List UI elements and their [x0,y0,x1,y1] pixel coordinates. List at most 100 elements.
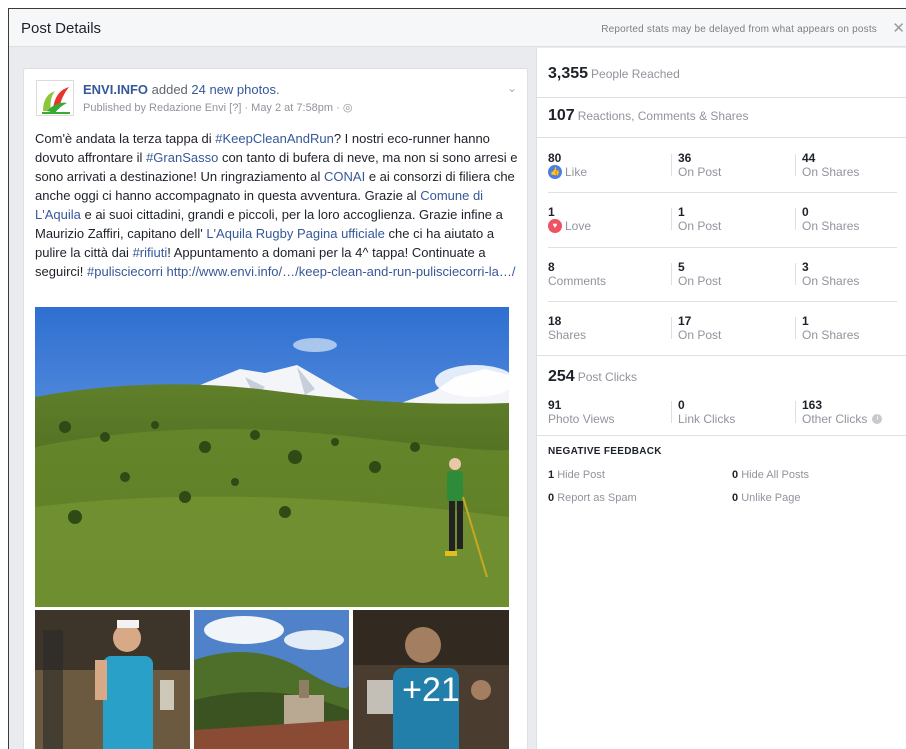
hashtag-link[interactable]: #KeepCleanAndRun [215,131,334,146]
photo-thumb[interactable] [194,610,349,749]
like-on-post: 36 On Post [678,151,721,179]
engagement-total: 107 Reactions, Comments & Shares [548,107,748,125]
other-clicks-value: 163 [802,398,823,412]
stats-delay-note: Reported stats may be delayed from what … [601,24,877,35]
photo-views-value: 91 [548,398,562,412]
comments-label: Comments [548,274,607,288]
post-card: ENVI.INFO added 24 new photos. Published… [23,68,528,749]
divider [671,208,672,230]
post-author-line: ENVI.INFO added 24 new photos. [83,82,280,97]
hide-post-stat: 1 Hide Post [548,469,605,481]
comments-total-value: 8 [548,260,555,274]
photos-link[interactable]: 24 new photos [191,82,276,97]
main-photo[interactable] [35,307,509,607]
dialog-header: Post Details Reported stats may be delay… [9,9,906,47]
post-meta: Published by Redazione Envi [?] · May 2 … [83,101,352,114]
page-mention-link[interactable]: CONAI [324,169,365,184]
shares-total-value: 18 [548,314,562,328]
divider [795,154,796,176]
hashtag-link[interactable]: #rifiuti [133,245,168,260]
close-icon[interactable]: ✕ [892,19,905,37]
divider [548,192,897,193]
on-shares-label: On Shares [802,165,860,179]
globe-icon: ◎ [342,102,353,114]
love-icon: ♥ [548,219,562,233]
shares-total: 18 Shares [548,314,586,342]
post-clicks: 254 Post Clicks [548,368,637,386]
other-clicks: 163 Other Clicks i [802,398,883,426]
love-on-shares: 0 On Shares [802,205,859,233]
envi-logo-icon [42,87,70,114]
photo-views: 91 Photo Views [548,398,615,426]
hide-all-label: Hide All Posts [741,469,810,481]
people-reached-value: 3,355 [548,65,589,82]
url-link[interactable]: http://www.envi.info/…/keep-clean-and-ru… [167,264,516,279]
post-clicks-value: 254 [548,368,575,385]
published-by-text: Published by Redazione Envi [?] · May 2 … [83,102,343,114]
people-reached: 3,355 People Reached [548,65,680,83]
other-clicks-label: Other Clicks [802,412,868,426]
like-total: 80 👍 Like [548,151,587,179]
like-total-value: 80 [548,151,562,165]
more-photos-count: +21 [353,610,509,749]
page-mention-link[interactable]: L'Aquila Rugby Pagina ufficiale [206,226,385,241]
on-shares-label: On Shares [802,328,860,342]
comments-on-post-value: 5 [678,260,685,274]
unlike-label: Unlike Page [741,492,801,504]
link-clicks: 0 Link Clicks [678,398,735,426]
unlike-value: 0 [732,492,739,504]
on-shares-label: On Shares [802,274,860,288]
on-post-label: On Post [678,274,722,288]
on-post-label: On Post [678,165,722,179]
divider [795,208,796,230]
post-clicks-label: Post Clicks [577,370,638,384]
shares-on-shares-value: 1 [802,314,809,328]
hide-post-label: Hide Post [557,469,605,481]
added-text: added [148,82,192,97]
info-icon[interactable]: i [872,414,883,424]
comments-on-post: 5 On Post [678,260,721,288]
shares-on-post: 17 On Post [678,314,721,342]
hide-post-value: 1 [548,469,555,481]
author-line-period: . [275,82,280,97]
divider [548,301,897,302]
photo-thumbnails: +21 [35,610,509,749]
shares-on-shares: 1 On Shares [802,314,859,342]
page-name-link[interactable]: ENVI.INFO [83,82,148,97]
divider [671,263,672,285]
negative-feedback-title: NEGATIVE FEEDBACK [548,446,662,457]
unlike-stat: 0 Unlike Page [732,492,801,504]
hide-all-stat: 0 Hide All Posts [732,469,809,481]
spam-stat: 0 Report as Spam [548,492,637,504]
engagement-label: Reactions, Comments & Shares [577,109,749,123]
hashtag-link[interactable]: #GranSasso [146,150,218,165]
shares-label: Shares [548,328,587,342]
love-total: 1 ♥ Love [548,205,591,233]
love-on-post-value: 1 [678,205,685,219]
love-on-shares-value: 0 [802,205,809,219]
love-on-post: 1 On Post [678,205,721,233]
link-clicks-label: Link Clicks [678,412,736,426]
divider [537,355,906,356]
divider [795,263,796,285]
engagement-value: 107 [548,107,575,124]
people-reached-label: People Reached [591,67,680,81]
comments-on-shares-value: 3 [802,260,809,274]
post-preview-pane: ENVI.INFO added 24 new photos. Published… [9,48,536,749]
divider [795,317,796,339]
divider [671,154,672,176]
on-shares-label: On Shares [802,219,860,233]
post-message: Com'è andata la terza tappa di #KeepClea… [35,129,520,281]
hashtag-link[interactable]: #pulisciecorri [87,264,163,279]
page-avatar[interactable] [36,80,74,116]
divider [537,137,906,138]
photo-thumb[interactable] [35,610,190,749]
link-clicks-value: 0 [678,398,685,412]
post-details-dialog: Post Details Reported stats may be delay… [8,8,906,749]
message-text: Com'è andata la terza tappa di [35,131,216,146]
like-icon: 👍 [548,165,562,179]
chevron-down-icon[interactable]: ⌄ [507,81,517,95]
runner-photo-1 [35,610,190,749]
village-photo [194,610,349,749]
photo-thumb-more[interactable]: +21 [353,610,509,749]
